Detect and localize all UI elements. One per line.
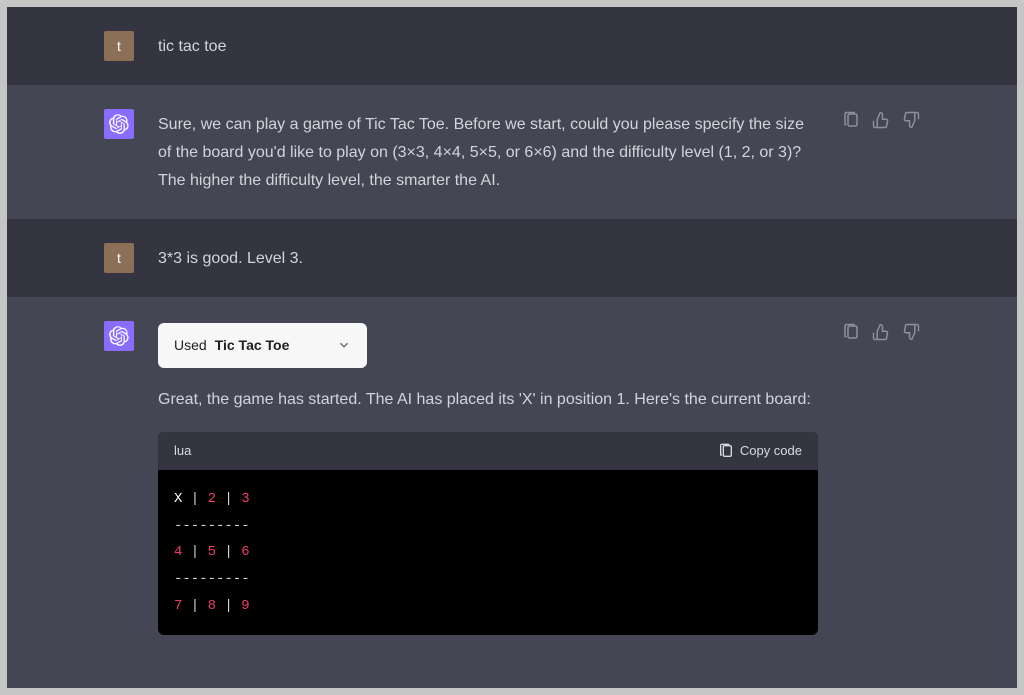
board-cell: 6 <box>241 544 249 560</box>
plugin-name: Tic Tac Toe <box>215 333 290 358</box>
clipboard-icon[interactable] <box>842 111 860 129</box>
board-pipe: | <box>216 598 241 614</box>
assistant-message-row: Sure, we can play a game of Tic Tac Toe.… <box>7 85 1017 219</box>
user-message-text: tic tac toe <box>158 31 920 61</box>
openai-logo-icon <box>109 114 129 134</box>
chat-container: t tic tac toe Sure, we can play a game o… <box>7 7 1017 688</box>
assistant-message-row: Used Tic Tac Toe Great, the game has sta… <box>7 297 1017 659</box>
clipboard-icon[interactable] <box>842 323 860 341</box>
board-cell: 5 <box>208 544 216 560</box>
board-pipe: | <box>182 491 207 507</box>
user-avatar: t <box>104 31 134 61</box>
thumbs-down-icon[interactable] <box>902 111 920 129</box>
copy-code-button[interactable]: Copy code <box>718 440 802 463</box>
openai-logo-icon <box>109 326 129 346</box>
assistant-message-text: Sure, we can play a game of Tic Tac Toe.… <box>158 109 818 195</box>
code-body: X | 2 | 3 --------- 4 | 5 | 6 --------- … <box>158 470 818 635</box>
code-language-label: lua <box>174 440 191 463</box>
code-block: lua Copy code X | 2 | 3 --------- 4 | 5 … <box>158 432 818 636</box>
plugin-prefix: Used <box>174 333 207 358</box>
message-actions <box>842 109 920 195</box>
copy-code-label: Copy code <box>740 440 802 463</box>
board-pipe: | <box>182 598 207 614</box>
user-message-row: t tic tac toe <box>7 7 1017 85</box>
user-avatar: t <box>104 243 134 273</box>
ai-avatar <box>104 109 134 139</box>
code-header: lua Copy code <box>158 432 818 471</box>
thumbs-up-icon[interactable] <box>872 323 890 341</box>
board-separator: --------- <box>174 571 250 587</box>
thumbs-up-icon[interactable] <box>872 111 890 129</box>
plugin-used-pill[interactable]: Used Tic Tac Toe <box>158 323 367 368</box>
board-separator: --------- <box>174 518 250 534</box>
ai-avatar <box>104 321 134 351</box>
board-cell: 3 <box>241 491 249 507</box>
assistant-message-text: Great, the game has started. The AI has … <box>158 386 818 414</box>
board-pipe: | <box>216 491 241 507</box>
user-message-row: t 3*3 is good. Level 3. <box>7 219 1017 297</box>
board-pipe: | <box>182 544 207 560</box>
board-cell: 8 <box>208 598 216 614</box>
assistant-message-content: Used Tic Tac Toe Great, the game has sta… <box>158 321 818 635</box>
chevron-down-icon <box>337 338 351 352</box>
clipboard-icon <box>718 443 734 459</box>
message-actions <box>842 321 920 635</box>
board-cell: 2 <box>208 491 216 507</box>
board-pipe: | <box>216 544 241 560</box>
board-cell: 9 <box>241 598 249 614</box>
user-message-text: 3*3 is good. Level 3. <box>158 243 920 273</box>
thumbs-down-icon[interactable] <box>902 323 920 341</box>
